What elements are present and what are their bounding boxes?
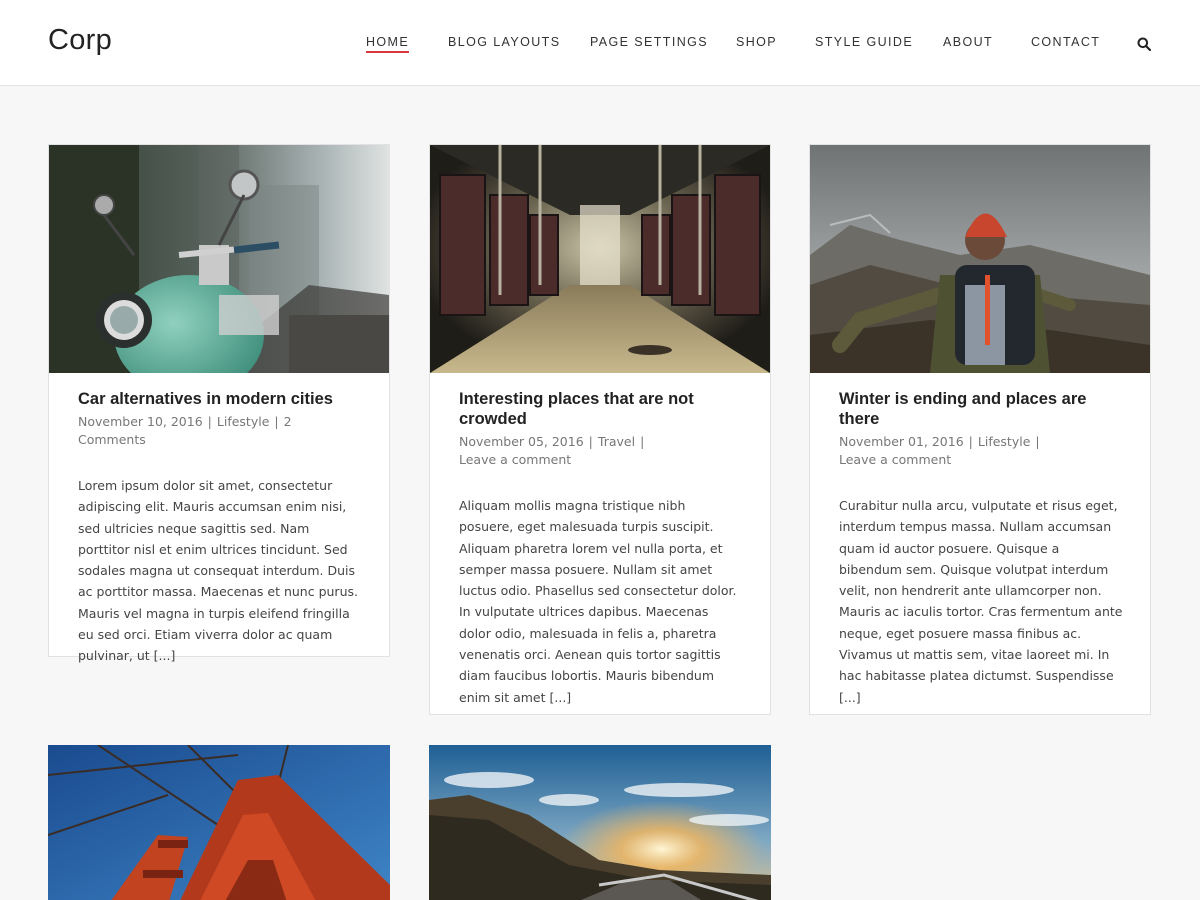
post-title[interactable]: Interesting places that are not crowded — [459, 389, 743, 429]
post-date: November 05, 2016 — [459, 434, 584, 449]
search-icon[interactable] — [1137, 37, 1151, 51]
site-header: Corp HOME BLOG LAYOUTS PAGE SETTINGS SHO… — [0, 0, 1200, 86]
post-category-link[interactable]: Lifestyle — [978, 434, 1031, 449]
nav-item-shop[interactable]: SHOP — [736, 35, 777, 49]
post-title[interactable]: Winter is ending and places are there — [839, 389, 1123, 429]
post-comments-link[interactable]: Leave a comment — [839, 452, 951, 467]
post-excerpt: Lorem ipsum dolor sit amet, consectetur … — [78, 478, 358, 664]
post-meta: November 10, 2016 | Lifestyle | 2 Comments — [78, 414, 292, 447]
post-thumbnail-train[interactable] — [430, 145, 770, 373]
post-meta: November 01, 2016 | Lifestyle | Leave a comm… — [839, 434, 1040, 467]
post-excerpt: Aliquam mollis magna tristique nibh posu… — [459, 498, 737, 705]
post-body: Car alternatives in modern cities Novemb… — [78, 389, 362, 667]
post-title[interactable]: Car alternatives in modern cities — [78, 389, 362, 409]
nav-item-page-settings[interactable]: PAGE SETTINGS — [590, 35, 708, 49]
nav-item-style-guide[interactable]: STYLE GUIDE — [815, 35, 913, 49]
post-meta: November 05, 2016 | Travel | Leave a comment — [459, 434, 645, 467]
post-date: November 01, 2016 — [839, 434, 964, 449]
post-card: Interesting places that are not crowded … — [429, 144, 771, 715]
nav-item-about[interactable]: ABOUT — [943, 35, 993, 49]
post-card: Winter is ending and places are there No… — [809, 144, 1151, 715]
post-category-link[interactable]: Lifestyle — [217, 414, 270, 429]
post-card: Car alternatives in modern cities Novemb… — [48, 144, 390, 663]
post-excerpt: Curabitur nulla arcu, vulputate et risus… — [839, 498, 1123, 705]
post-thumbnail-hiker[interactable] — [810, 145, 1150, 373]
post-thumbnail-sunset-road[interactable] — [429, 745, 771, 900]
post-category-link[interactable]: Travel — [598, 434, 635, 449]
nav-item-contact[interactable]: CONTACT — [1031, 35, 1100, 49]
site-logo[interactable]: Corp — [48, 24, 112, 57]
post-body: Interesting places that are not crowded … — [459, 389, 743, 708]
post-body: Winter is ending and places are there No… — [839, 389, 1123, 708]
nav-item-home[interactable]: HOME — [366, 35, 410, 53]
post-comments-link[interactable]: Leave a comment — [459, 452, 571, 467]
post-thumbnail-scooter[interactable] — [49, 145, 389, 373]
post-date: November 10, 2016 — [78, 414, 203, 429]
post-thumbnail-bridge[interactable] — [48, 745, 390, 900]
nav-item-blog-layouts[interactable]: BLOG LAYOUTS — [448, 35, 560, 49]
